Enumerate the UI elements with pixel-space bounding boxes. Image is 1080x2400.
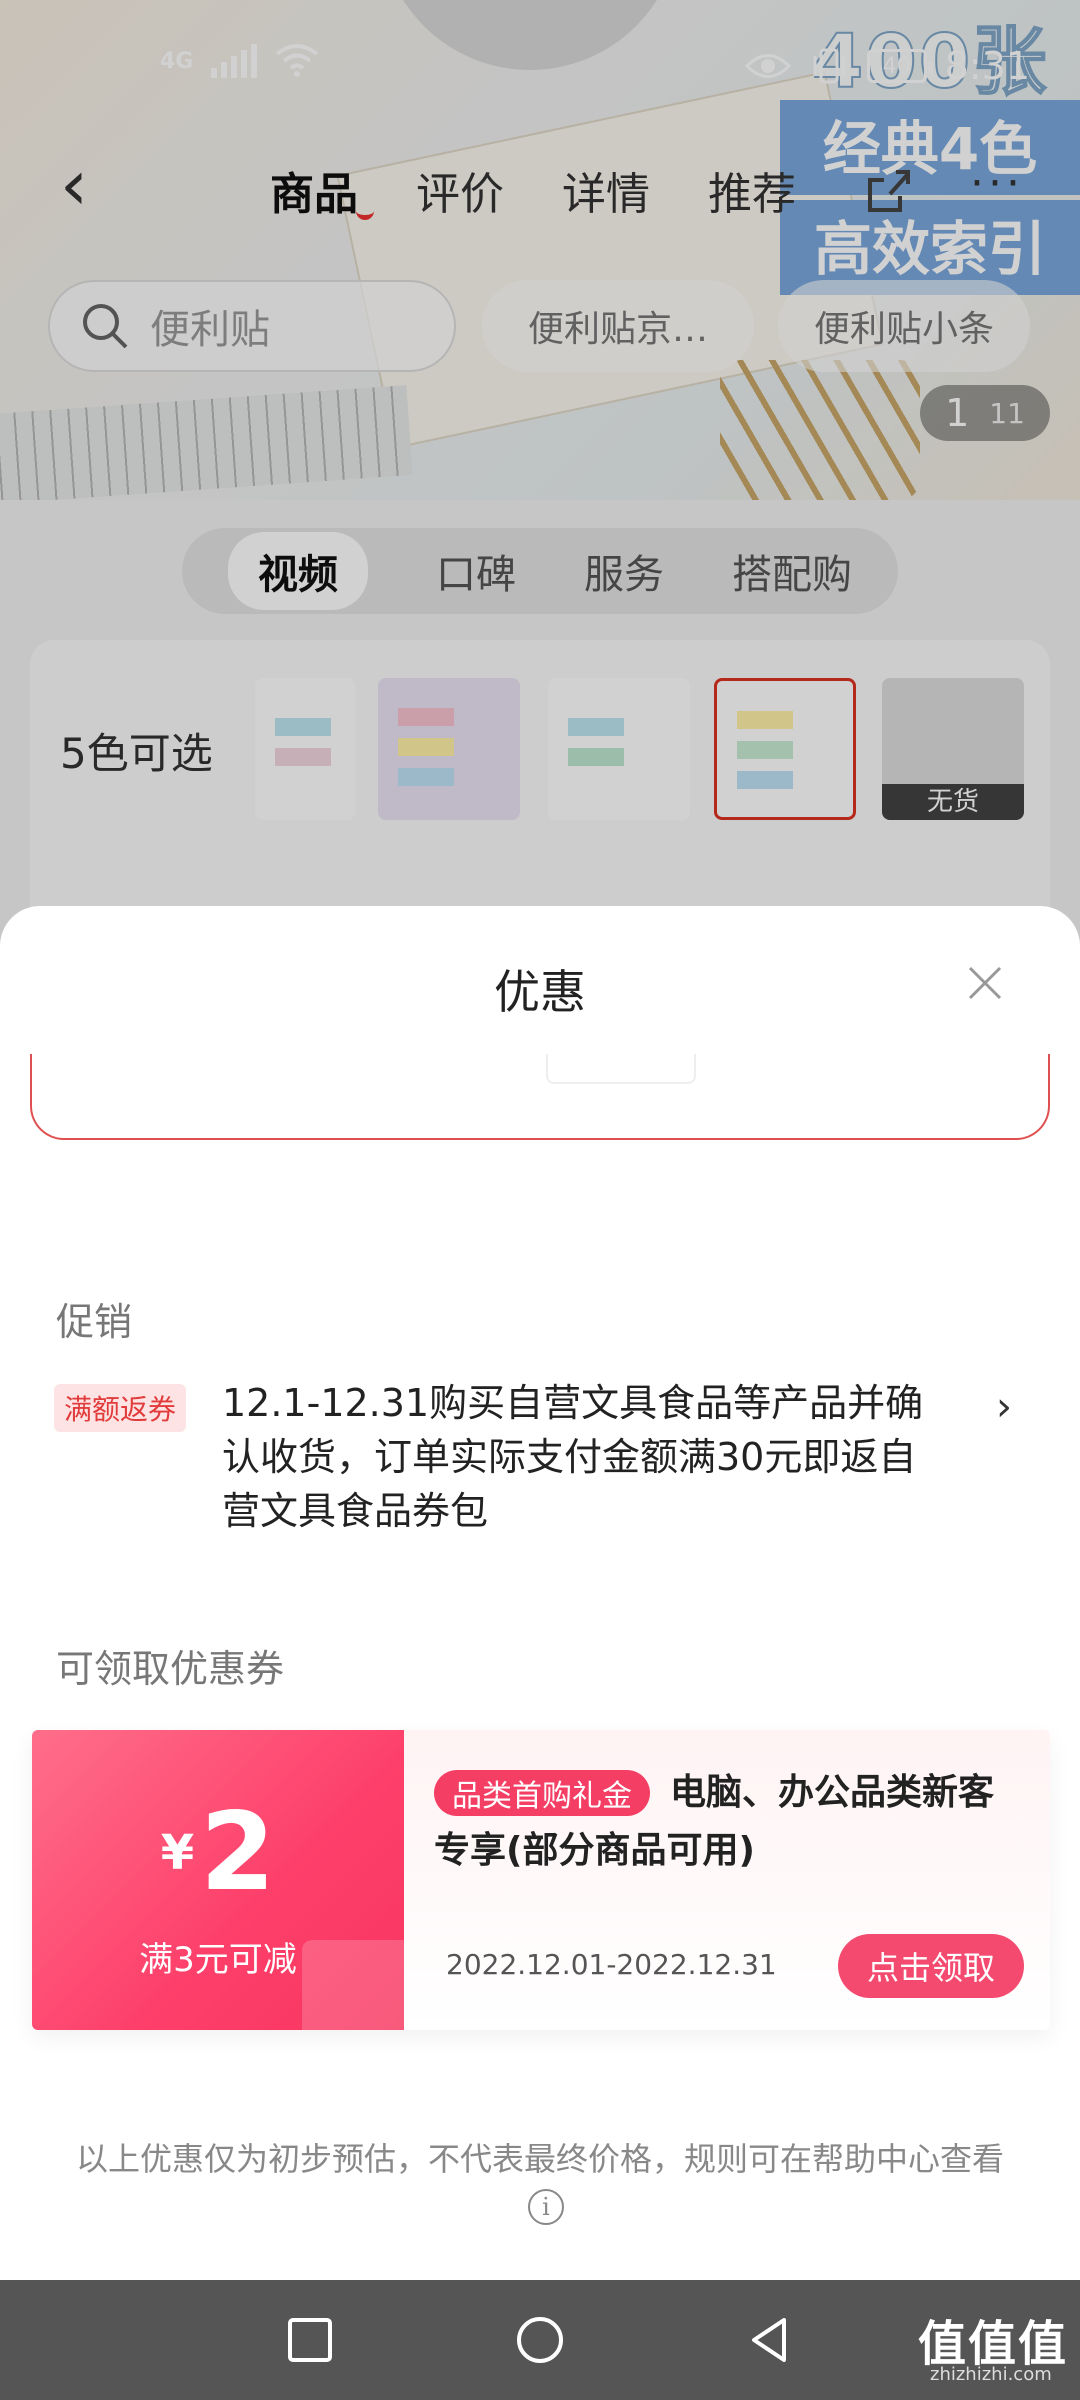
promotion-description[interactable]: 12.1-12.31购买自营文具食品等产品并确认收货，订单实际支付金额满30元即… [222, 1376, 952, 1538]
modal-overlay[interactable] [0, 0, 1080, 960]
product-page-background: 400张 经典4色 高效索引 1 11 4G 40 8:31 ‹ 商品 评价 详… [0, 0, 1080, 960]
coupon-value-panel: ¥2 满3元可减 [32, 1730, 412, 2030]
claim-coupon-button[interactable]: 点击领取 [838, 1934, 1024, 1998]
disclaimer: 以上优惠仅为初步预估，不代表最终价格，规则可在帮助中心查看 i [70, 2136, 1010, 2228]
scrolled-button-edge [546, 1054, 696, 1084]
chevron-right-icon[interactable]: › [996, 1384, 1012, 1430]
coupon-info-panel: 电脑、办公品类新客专享(部分商品可用) 品类首购礼金 2022.12.01-20… [404, 1730, 1050, 2030]
promotion-tag: 满额返券 [54, 1384, 187, 1432]
coupon-card: ¥2 满3元可减 电脑、办公品类新客专享(部分商品可用) 品类首购礼金 2022… [32, 1730, 1050, 2030]
system-nav-bar: 值值值 zhizhizhi.com [0, 2280, 1080, 2400]
info-icon[interactable]: i [528, 2189, 564, 2225]
coupon-section-label: 可领取优惠券 [56, 1647, 285, 1691]
back-triangle-icon[interactable] [740, 2310, 800, 2370]
coupon-validity: 2022.12.01-2022.12.31 [446, 1948, 777, 1981]
home-icon[interactable] [510, 2310, 570, 2370]
close-icon[interactable] [960, 958, 1010, 1008]
promotion-section-label: 促销 [56, 1300, 133, 1344]
discount-sheet: 优惠 促销 满额返券 12.1-12.31购买自营文具食品等产品并确认收货，订单… [0, 906, 1080, 2280]
sheet-title: 优惠 [494, 965, 586, 1019]
coupon-badge: 品类首购礼金 [434, 1770, 650, 1816]
scrolled-card-edge [30, 1054, 1050, 1140]
gift-icon [302, 1940, 412, 2030]
recents-icon[interactable] [280, 2310, 340, 2370]
coupon-currency: ¥ [160, 1825, 195, 1881]
watermark-domain: zhizhizhi.com [930, 2364, 1052, 2385]
coupon-value: 2 [200, 1790, 276, 1915]
disclaimer-text: 以上优惠仅为初步预估，不代表最终价格，规则可在帮助中心查看 [75, 2140, 1004, 2178]
coupon-amount: ¥2 [32, 1790, 404, 1915]
